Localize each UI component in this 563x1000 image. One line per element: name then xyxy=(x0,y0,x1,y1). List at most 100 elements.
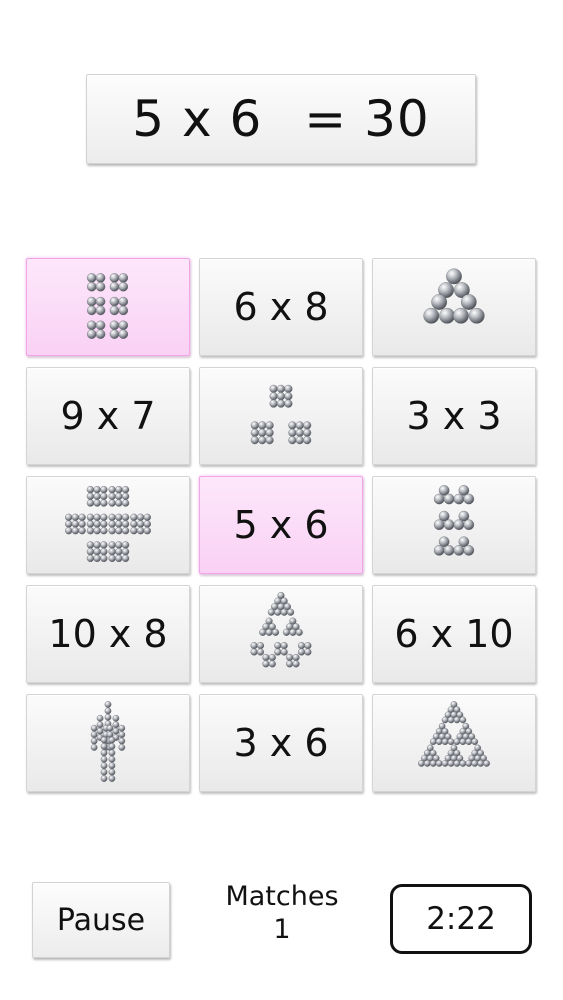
timer-display: 2:22 xyxy=(390,884,532,954)
ball xyxy=(465,760,473,767)
ball xyxy=(86,273,97,283)
ball xyxy=(121,513,130,521)
ball xyxy=(443,493,455,505)
card-r3c1[interactable] xyxy=(26,476,190,574)
pause-button[interactable]: Pause xyxy=(32,882,170,958)
ball xyxy=(453,545,465,556)
ball xyxy=(274,648,282,656)
ball xyxy=(104,713,112,721)
ball-pattern-three-squares-3x3 xyxy=(250,384,312,445)
ball xyxy=(433,519,445,531)
ball xyxy=(115,513,123,521)
ball xyxy=(441,738,449,746)
ball xyxy=(100,548,108,556)
ball xyxy=(109,282,120,292)
ball xyxy=(93,548,101,556)
ball xyxy=(274,642,282,650)
card-expression: 3 x 6 xyxy=(233,721,329,765)
ball xyxy=(250,436,259,445)
ball xyxy=(108,743,116,750)
ball xyxy=(86,548,95,556)
ball xyxy=(297,648,306,656)
ball xyxy=(112,721,120,729)
equation-result: = 30 xyxy=(304,90,430,148)
ball-pattern-cross-squares-3x3 xyxy=(65,485,151,563)
ball xyxy=(477,760,485,767)
ball xyxy=(295,436,304,445)
ball xyxy=(109,296,120,307)
ball xyxy=(86,513,95,521)
card-r4c3[interactable]: 6 x 10 xyxy=(372,585,536,683)
ball xyxy=(115,527,123,535)
card-r4c2[interactable] xyxy=(199,585,363,683)
card-r1c2[interactable]: 6 x 8 xyxy=(199,258,363,356)
ball xyxy=(303,436,312,445)
ball xyxy=(262,653,270,662)
card-r2c3[interactable]: 3 x 3 xyxy=(372,367,536,465)
ball xyxy=(118,273,129,283)
ball xyxy=(453,760,461,767)
card-r5c3[interactable] xyxy=(372,694,536,792)
ball xyxy=(453,519,465,531)
ball xyxy=(71,520,80,528)
ball xyxy=(276,384,286,393)
ball xyxy=(269,384,278,393)
ball xyxy=(95,296,106,307)
ball xyxy=(78,520,86,528)
ball xyxy=(65,520,73,528)
ball xyxy=(483,760,490,767)
ball xyxy=(286,660,294,668)
ball xyxy=(108,548,116,556)
ball xyxy=(121,527,130,535)
ball xyxy=(118,282,129,292)
card-r3c2[interactable]: 5 x 6 xyxy=(199,476,363,574)
ball xyxy=(86,520,95,528)
card-r5c1[interactable] xyxy=(26,694,190,792)
ball xyxy=(78,513,86,521)
card-r4c1[interactable]: 10 x 8 xyxy=(26,585,190,683)
ball xyxy=(100,541,108,549)
ball xyxy=(100,755,108,763)
ball xyxy=(287,608,295,616)
card-r2c1[interactable]: 9 x 7 xyxy=(26,367,190,465)
ball xyxy=(109,273,120,283)
ball xyxy=(90,737,98,745)
ball xyxy=(423,760,431,767)
ball xyxy=(86,296,97,307)
matches-count: 1 xyxy=(273,914,291,945)
ball xyxy=(280,608,288,616)
ball xyxy=(280,642,288,650)
card-r1c3[interactable] xyxy=(372,258,536,356)
ball xyxy=(463,519,475,531)
ball xyxy=(265,628,273,636)
ball xyxy=(463,545,475,556)
ball xyxy=(108,520,116,528)
ball xyxy=(108,768,116,776)
card-r3c3[interactable] xyxy=(372,476,536,574)
ball xyxy=(267,608,275,616)
ball xyxy=(288,421,297,430)
pause-button-label: Pause xyxy=(56,902,146,938)
card-expression: 3 x 3 xyxy=(406,394,502,438)
ball xyxy=(93,492,101,501)
ball xyxy=(100,520,108,528)
ball xyxy=(276,399,286,408)
ball xyxy=(115,520,123,528)
ball xyxy=(463,493,475,505)
ball xyxy=(108,485,116,494)
ball xyxy=(108,492,116,501)
ball xyxy=(118,724,126,732)
ball xyxy=(109,329,120,339)
card-r5c2[interactable]: 3 x 6 xyxy=(199,694,363,792)
ball xyxy=(471,738,479,746)
ball xyxy=(288,436,297,445)
ball xyxy=(136,513,145,521)
ball xyxy=(282,628,290,636)
ball xyxy=(258,428,267,437)
ball xyxy=(86,329,97,339)
ball xyxy=(418,760,425,767)
ball xyxy=(86,527,95,535)
card-r1c1[interactable] xyxy=(26,258,190,356)
card-r2c2[interactable] xyxy=(199,367,363,465)
ball xyxy=(250,642,258,650)
